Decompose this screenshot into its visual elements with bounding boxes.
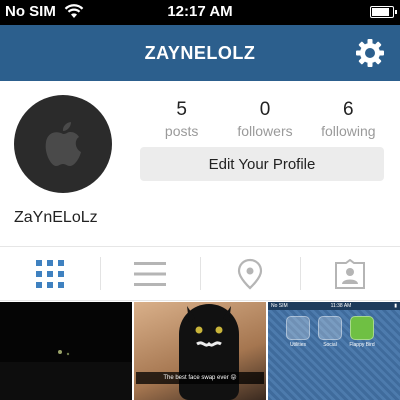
following-stat[interactable]: 6 following [307,99,390,139]
apple-logo-icon [45,122,81,166]
mini-battery: ▮ [394,303,397,309]
followers-count: 0 [259,99,271,120]
utilities-folder-icon [286,316,310,340]
profile-view-tabs [0,246,400,301]
mini-carrier: No SIM [271,303,288,309]
tab-map-view[interactable] [200,247,300,300]
page-title: ZAYNELOLZ [144,42,256,63]
following-count: 6 [343,99,354,120]
social-folder-icon [318,316,342,340]
photo-grid: The best face swap ever 😝 No SIM 11:38 A… [0,302,400,400]
tab-list-view[interactable] [100,247,200,300]
followers-stat[interactable]: 0 followers [223,99,306,139]
gear-icon[interactable] [354,37,386,69]
night-scene-image [0,350,132,400]
profile-stats: 5 posts 0 followers 6 following [140,99,390,139]
photo-caption: The best face swap ever 😝 [136,372,264,384]
cat-face-icon [187,306,231,347]
edit-profile-button[interactable]: Edit Your Profile [140,147,384,181]
mini-time: 11:38 AM [330,303,352,309]
folder-label-social: Social [323,342,337,348]
black-cat-image [179,304,239,400]
mini-status-bar: No SIM 11:38 AM ▮ [268,302,400,310]
flappy-bird-app-icon [350,316,374,340]
folder-label-flappy-bird: Flappy Bird [349,342,375,348]
tagged-person-icon [335,258,365,289]
battery-icon [370,6,397,18]
posts-stat[interactable]: 5 posts [140,99,223,139]
status-time: 12:17 AM [167,3,233,20]
photo-thumbnail-cat[interactable]: The best face swap ever 😝 [134,302,266,400]
following-label: following [321,123,376,139]
list-view-icon [134,261,166,286]
profile-header: 5 posts 0 followers 6 following Edit You… [0,81,400,246]
status-bar: No SIM 12:17 AM [0,0,400,25]
avatar[interactable] [14,95,112,193]
grid-view-icon [36,259,64,288]
battery-fill [372,8,389,16]
map-pin-icon [237,258,263,289]
photo-thumbnail-dark-night[interactable] [0,302,132,400]
posts-count: 5 [176,99,187,120]
tab-grid-view[interactable] [0,247,100,300]
tab-tagged-photos[interactable] [300,247,400,300]
photo-thumbnail-homescreen[interactable]: No SIM 11:38 AM ▮ Utilities Social Flapp… [268,302,400,400]
followers-label: followers [237,123,293,139]
posts-label: posts [164,123,199,139]
folder-label-utilities: Utilities [289,342,307,348]
nav-bar: ZAYNELOLZ [0,25,400,81]
profile-display-name: ZaYnELoLz [14,209,98,226]
